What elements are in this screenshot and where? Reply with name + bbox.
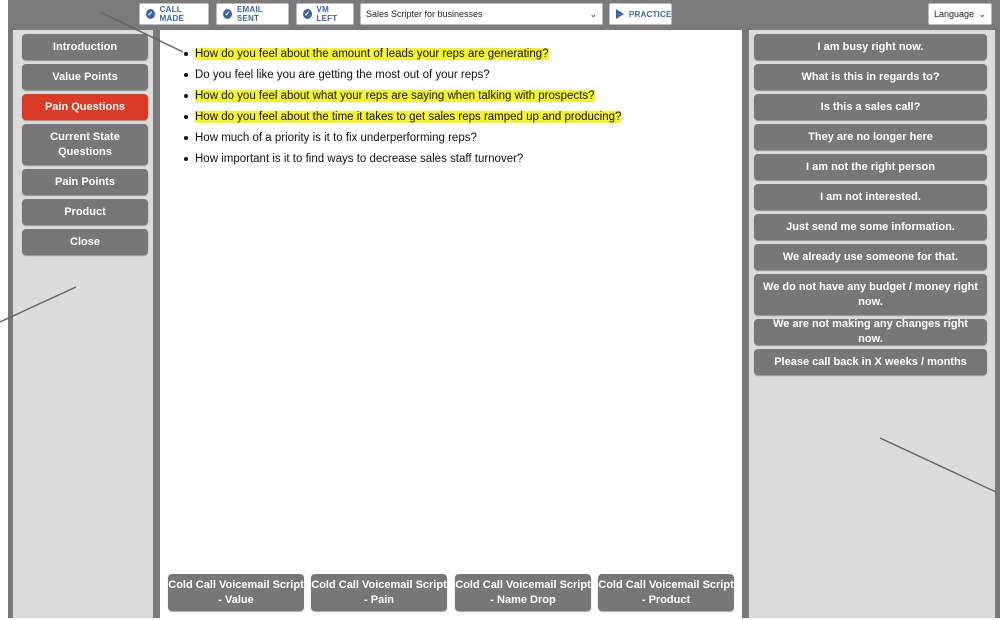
voicemail-script-product-button[interactable]: Cold Call Voicemail Script - Product [598,574,734,611]
script-select-value: Sales Scripter for businesses [366,9,483,19]
sidebar-item-label: Close [70,235,100,248]
sidebar-item-label: Pain Questions [44,100,126,113]
call-made-label: CALL MADE [159,5,185,23]
objection-no-changes-button[interactable]: We are not making any changes right now. [754,318,987,345]
objection-call-back-button[interactable]: Please call back in X weeks / months [754,349,987,375]
sidebar-item-pain-points[interactable]: Pain Points [22,169,148,195]
email-sent-label: EMAIL SENT [236,5,263,23]
objection-no-budget-button[interactable]: We do not have any budget / money right … [754,274,987,315]
question-item: How important is it to find ways to decr… [182,152,621,173]
sidebar-item-value-points[interactable]: Value Points [22,64,148,90]
question-text: How do you feel about what your reps are… [195,90,595,102]
objection-label: We already use someone for that. [782,250,959,263]
sidebar-item-label: Current State Questions [50,130,120,158]
voicemail-script-label: Cold Call Voicemail Script - Value [168,578,304,606]
objection-not-interested-button[interactable]: I am not interested. [754,184,987,210]
question-item: Do you feel like you are getting the mos… [182,68,621,89]
objections-panel: I am busy right now. What is this in reg… [749,30,995,618]
question-item: How do you feel about the time it takes … [182,110,622,131]
objection-no-longer-here-button[interactable]: They are no longer here [754,124,987,150]
question-text: How do you feel about the amount of lead… [195,48,549,60]
script-select[interactable]: Sales Scripter for businesses ⌄ [360,3,603,25]
objection-label: Please call back in X weeks / months [774,355,967,368]
practice-button[interactable]: PRACTICE [609,3,672,25]
objection-regards-button[interactable]: What is this in regards to? [754,64,987,90]
objection-label: I am not interested. [820,190,921,203]
sidebar-item-label: Pain Points [55,175,115,188]
objection-send-info-button[interactable]: Just send me some information. [754,214,987,240]
check-circle-icon: ✓ [146,9,155,19]
play-icon [616,9,624,19]
question-item: How do you feel about the amount of lead… [182,47,621,68]
objection-label: They are no longer here [808,130,933,143]
sidebar-item-product[interactable]: Product [22,199,148,225]
objection-use-someone-button[interactable]: We already use someone for that. [754,244,987,270]
objection-sales-call-button[interactable]: Is this a sales call? [754,94,987,120]
check-circle-icon: ✓ [303,9,312,19]
sidebar-item-introduction[interactable]: Introduction [22,34,148,60]
vm-left-label: VM LEFT [316,5,338,23]
voicemail-script-pain-button[interactable]: Cold Call Voicemail Script - Pain [311,574,447,611]
chevron-down-icon: ⌄ [589,8,597,19]
objection-label: We do not have any budget / money right … [763,280,978,308]
objection-label: I am not the right person [806,160,935,173]
sidebar-item-label: Product [64,205,106,218]
objection-label: Just send me some information. [786,220,955,233]
sidebar: Introduction Value Points Pain Questions… [13,30,153,618]
question-text: How important is it to find ways to decr… [195,153,524,165]
objection-label: I am busy right now. [817,40,924,53]
sidebar-item-label: Value Points [52,70,118,83]
voicemail-script-value-button[interactable]: Cold Call Voicemail Script - Value [168,574,304,611]
check-circle-icon: ✓ [223,9,232,19]
objection-wrong-person-button[interactable]: I am not the right person [754,154,987,180]
practice-label: PRACTICE [629,9,672,19]
objection-label: What is this in regards to? [801,70,940,83]
sidebar-item-current-state-questions[interactable]: Current State Questions [22,124,148,165]
call-made-button[interactable]: ✓ CALL MADE [139,3,209,25]
question-text: How much of a priority is it to fix unde… [195,132,477,144]
question-text: Do you feel like you are getting the mos… [195,69,490,81]
question-item: How do you feel about what your reps are… [182,89,621,110]
voicemail-script-label: Cold Call Voicemail Script - Name Drop [455,578,591,606]
sidebar-item-pain-questions[interactable]: Pain Questions [22,94,148,120]
question-item: How much of a priority is it to fix unde… [182,131,621,152]
vm-left-button[interactable]: ✓ VM LEFT [296,3,354,25]
voicemail-script-name-drop-button[interactable]: Cold Call Voicemail Script - Name Drop [455,574,591,611]
voicemail-script-label: Cold Call Voicemail Script - Product [598,578,734,606]
objection-label: Is this a sales call? [820,100,921,113]
objection-busy-button[interactable]: I am busy right now. [754,34,987,60]
voicemail-script-label: Cold Call Voicemail Script - Pain [311,578,447,606]
language-select[interactable]: Language ⌄ [928,3,992,25]
objection-label: We are not making any changes right now. [773,318,968,345]
sidebar-item-close[interactable]: Close [22,229,148,255]
chevron-down-icon: ⌄ [978,8,986,19]
email-sent-button[interactable]: ✓ EMAIL SENT [216,3,289,25]
question-list: How do you feel about the amount of lead… [182,47,622,173]
sidebar-item-label: Introduction [52,40,118,53]
language-select-value: Language [934,9,975,19]
script-content: How do you feel about the amount of lead… [160,30,742,618]
question-text: How do you feel about the time it takes … [195,111,622,123]
